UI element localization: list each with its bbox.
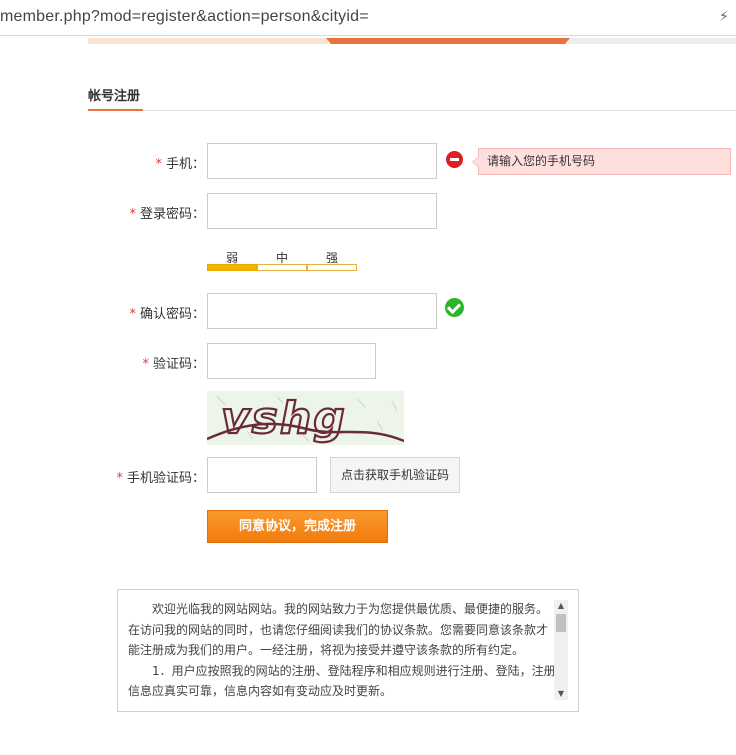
error-icon bbox=[446, 151, 463, 168]
confirm-password-label-text: 确认密码： bbox=[139, 307, 205, 322]
strength-bar bbox=[207, 264, 357, 272]
sms-code-label: * 手机验证码： bbox=[116, 467, 205, 486]
strength-segment-weak bbox=[207, 264, 257, 271]
captcha-text: vshg bbox=[221, 393, 347, 444]
step-progress-bar bbox=[88, 38, 736, 44]
sms-code-label-text: 手机验证码： bbox=[126, 471, 205, 486]
password-label: * 登录密码： bbox=[129, 203, 205, 222]
scroll-down-icon[interactable]: ▼ bbox=[554, 688, 568, 700]
required-mark: * bbox=[116, 471, 123, 486]
tab-divider bbox=[88, 110, 736, 111]
check-icon bbox=[445, 298, 464, 317]
agreement-scrollbar[interactable]: ▲ ▼ bbox=[554, 600, 568, 700]
phone-label: * 手机： bbox=[155, 153, 205, 172]
phone-label-text: 手机： bbox=[165, 157, 205, 172]
step-3-segment bbox=[568, 38, 736, 44]
required-mark: * bbox=[155, 157, 162, 172]
lightning-icon[interactable]: ⚡ bbox=[719, 9, 729, 25]
password-strength-meter: 弱 中 强 bbox=[207, 249, 357, 273]
agree-and-register-button[interactable]: 同意协议，完成注册 bbox=[207, 510, 388, 543]
address-bar[interactable]: member.php?mod=register&action=person&ci… bbox=[0, 0, 736, 36]
strength-segment-strong bbox=[307, 264, 357, 271]
get-sms-code-button[interactable]: 点击获取手机验证码 bbox=[330, 457, 460, 493]
confirm-password-input[interactable] bbox=[207, 293, 437, 329]
captcha-label-text: 验证码： bbox=[152, 357, 205, 372]
tab-active-underline bbox=[88, 109, 143, 111]
scroll-thumb[interactable] bbox=[556, 614, 566, 632]
phone-error-tooltip: 请输入您的手机号码 bbox=[472, 148, 731, 175]
tab-account-register[interactable]: 帐号注册 bbox=[88, 85, 140, 104]
url-text[interactable]: member.php?mod=register&action=person&ci… bbox=[0, 8, 369, 26]
required-mark: * bbox=[129, 207, 136, 222]
confirm-password-label: * 确认密码： bbox=[129, 303, 205, 322]
step-1-segment bbox=[88, 38, 328, 44]
step-2-segment-active bbox=[326, 38, 570, 44]
agreement-box[interactable]: 欢迎光临我的网站网站。我的网站致力于为您提供最优质、最便捷的服务。在访问我的网站… bbox=[117, 589, 579, 712]
captcha-image[interactable]: vshg bbox=[207, 391, 404, 445]
captcha-label: * 验证码： bbox=[142, 353, 205, 372]
phone-input[interactable] bbox=[207, 143, 437, 179]
captcha-input[interactable] bbox=[207, 343, 376, 379]
password-input[interactable] bbox=[207, 193, 437, 229]
sms-code-input[interactable] bbox=[207, 457, 317, 493]
scroll-up-icon[interactable]: ▲ bbox=[554, 600, 568, 612]
password-label-text: 登录密码： bbox=[139, 207, 205, 222]
required-mark: * bbox=[129, 307, 136, 322]
required-mark: * bbox=[142, 357, 149, 372]
agreement-text: 欢迎光临我的网站网站。我的网站致力于为您提供最优质、最便捷的服务。在访问我的网站… bbox=[128, 599, 556, 702]
agreement-paragraph: 1．用户应按照我的网站的注册、登陆程序和相应规则进行注册、登陆，注册信息应真实可… bbox=[128, 663, 556, 699]
strength-segment-medium bbox=[257, 264, 307, 271]
agreement-paragraph: 欢迎光临我的网站网站。我的网站致力于为您提供最优质、最便捷的服务。在访问我的网站… bbox=[128, 602, 549, 657]
